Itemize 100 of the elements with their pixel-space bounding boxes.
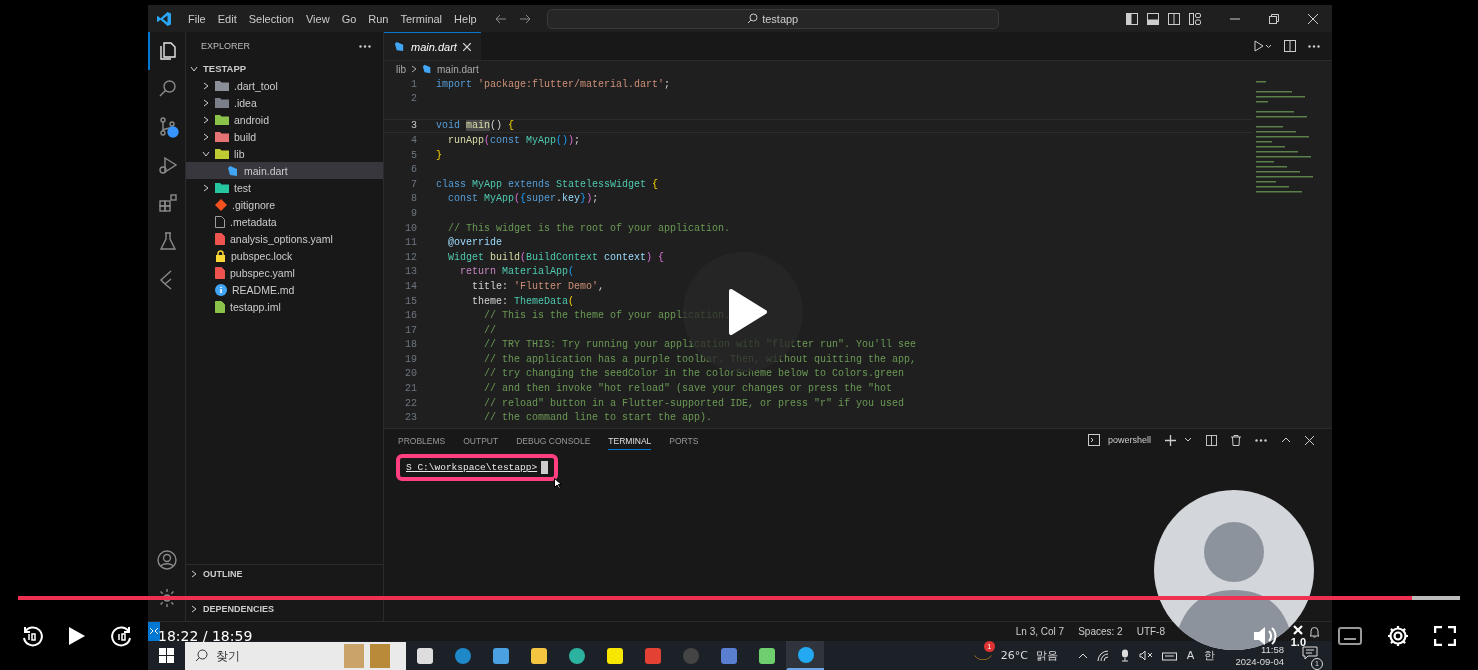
line-number: 20 [404, 368, 417, 380]
search-field[interactable]: 찾기 [214, 647, 338, 664]
status-item[interactable]: Ln 3, Col 7 [1015, 626, 1065, 637]
file-tree-item[interactable]: .dart_tool [186, 77, 383, 94]
code-line: @override [447, 237, 502, 249]
file-tree-item[interactable]: pubspec.lock [186, 247, 383, 264]
muted-speaker-icon[interactable] [1138, 650, 1153, 661]
forward-10-icon[interactable] [110, 624, 134, 648]
sidebar-section-header[interactable]: OUTLINE [186, 564, 383, 582]
close-icon[interactable] [1308, 13, 1318, 24]
file-tree-item[interactable]: .gitignore [186, 196, 383, 213]
file-tree-item[interactable]: .idea [186, 94, 383, 111]
menu-item[interactable]: Run [362, 12, 395, 25]
menu-item[interactable]: View [299, 12, 336, 25]
code-line: class MyApp extends StatelessWidget { [436, 178, 659, 190]
search-icon [195, 649, 208, 662]
more-icon[interactable] [1255, 438, 1267, 442]
sidebar-toggle-icon[interactable] [1126, 12, 1138, 25]
terminal-name[interactable]: powershell [1107, 435, 1151, 445]
dart-file-icon [394, 41, 405, 52]
panel-tab[interactable]: OUTPUT [463, 430, 499, 450]
line-number: 21 [404, 383, 417, 395]
more-icon[interactable] [1308, 44, 1320, 48]
split-editor-icon[interactable] [1284, 40, 1296, 52]
diamond-icon [215, 198, 227, 211]
breadcrumb-item[interactable]: lib [396, 63, 406, 75]
menu-item[interactable]: Help [448, 12, 483, 25]
search-box[interactable]: 찾기 [185, 641, 406, 670]
line-number: 17 [404, 324, 417, 336]
line-number: 16 [404, 310, 417, 322]
layout-grid-icon[interactable] [1189, 12, 1201, 25]
status-item[interactable]: Spaces: 2 [1078, 626, 1123, 637]
clock-date: 2024-09-04 [1235, 655, 1284, 668]
restore-icon[interactable] [1269, 13, 1279, 24]
more-icon[interactable] [359, 44, 371, 48]
file-tree-item[interactable]: build [186, 128, 383, 145]
breadcrumb-item[interactable]: main.dart [437, 63, 479, 75]
start-icon[interactable] [159, 648, 174, 663]
bell-icon[interactable] [1309, 625, 1320, 638]
code-line: const MyApp({super.key}); [447, 193, 599, 205]
file-tree-item[interactable]: analysis_options.yaml [186, 230, 383, 247]
trash-icon[interactable] [1231, 434, 1241, 446]
line-number: 8 [410, 193, 417, 205]
editor-tab[interactable]: main.dart [384, 32, 481, 60]
line-number: 23 [404, 412, 417, 424]
file-tree-item[interactable]: .metadata [186, 213, 383, 230]
line-number: 6 [410, 164, 417, 176]
file-tree-item[interactable]: lib [186, 145, 383, 162]
menu-item[interactable]: File [182, 12, 212, 25]
plus-icon[interactable] [1165, 434, 1176, 446]
panel-tab[interactable]: PORTS [669, 430, 699, 450]
chevron-down-icon[interactable] [1184, 437, 1192, 443]
project-root[interactable]: TESTAPP [186, 60, 383, 77]
menu-item[interactable]: Selection [242, 12, 300, 25]
panel-tab[interactable]: PROBLEMS [398, 430, 446, 450]
volume-icon[interactable] [1252, 626, 1279, 646]
keyboard-icon[interactable] [1161, 650, 1177, 661]
command-center-search[interactable]: testapp [546, 8, 999, 29]
status-item[interactable]: UTF-8 [1136, 626, 1165, 637]
account-icon[interactable] [155, 549, 178, 571]
forward-arrow-icon[interactable] [518, 13, 531, 24]
file-icon [215, 300, 225, 313]
input-method-indicator[interactable]: A [1186, 649, 1195, 662]
replay-10-icon[interactable] [20, 624, 44, 648]
file-tree-item[interactable]: README.md [186, 281, 383, 298]
menu-item[interactable]: Edit [211, 12, 243, 25]
play-icon [727, 289, 767, 335]
panel-tab[interactable]: TERMINAL [608, 430, 652, 450]
chevron-icon [190, 604, 198, 613]
playback-speed[interactable]: 1.0 [1290, 635, 1306, 648]
microphone-icon[interactable] [1119, 649, 1130, 662]
close-icon[interactable] [462, 42, 471, 51]
pointer-icon [554, 478, 562, 489]
split-layout-icon[interactable] [1168, 12, 1180, 25]
file-tree-item[interactable]: pubspec.yaml [186, 264, 383, 281]
input-method-indicator[interactable]: 한 [1204, 648, 1216, 663]
file-tree-item[interactable]: testapp.iml [186, 298, 383, 315]
fullscreen-icon[interactable] [1434, 626, 1456, 646]
info-icon [215, 283, 227, 296]
subtitles-icon[interactable] [1338, 627, 1362, 645]
notification-icon[interactable] [1302, 646, 1318, 661]
panel-tab[interactable]: DEBUG CONSOLE [516, 430, 591, 450]
file-tree-item[interactable]: android [186, 111, 383, 128]
remote-icon[interactable] [148, 622, 160, 641]
file-tree-item[interactable]: main.dart [186, 162, 383, 179]
menu-item[interactable]: Terminal [394, 12, 449, 25]
close-icon[interactable] [1305, 435, 1314, 445]
menu-item[interactable]: Go [335, 12, 363, 25]
chevron-up-icon[interactable] [1281, 437, 1291, 443]
dart-file-icon [422, 64, 432, 74]
panel-toggle-icon[interactable] [1147, 12, 1159, 25]
back-arrow-icon[interactable] [494, 13, 507, 24]
wifi-icon[interactable] [1096, 649, 1111, 662]
chevron-up-icon[interactable] [1077, 652, 1088, 659]
split-terminal-icon[interactable] [1206, 434, 1217, 446]
run-debug-icon[interactable] [1252, 40, 1272, 52]
chevron-icon [202, 183, 210, 192]
play-icon[interactable] [68, 626, 86, 646]
file-tree-item[interactable]: test [186, 179, 383, 196]
dart-file-icon [227, 164, 239, 177]
